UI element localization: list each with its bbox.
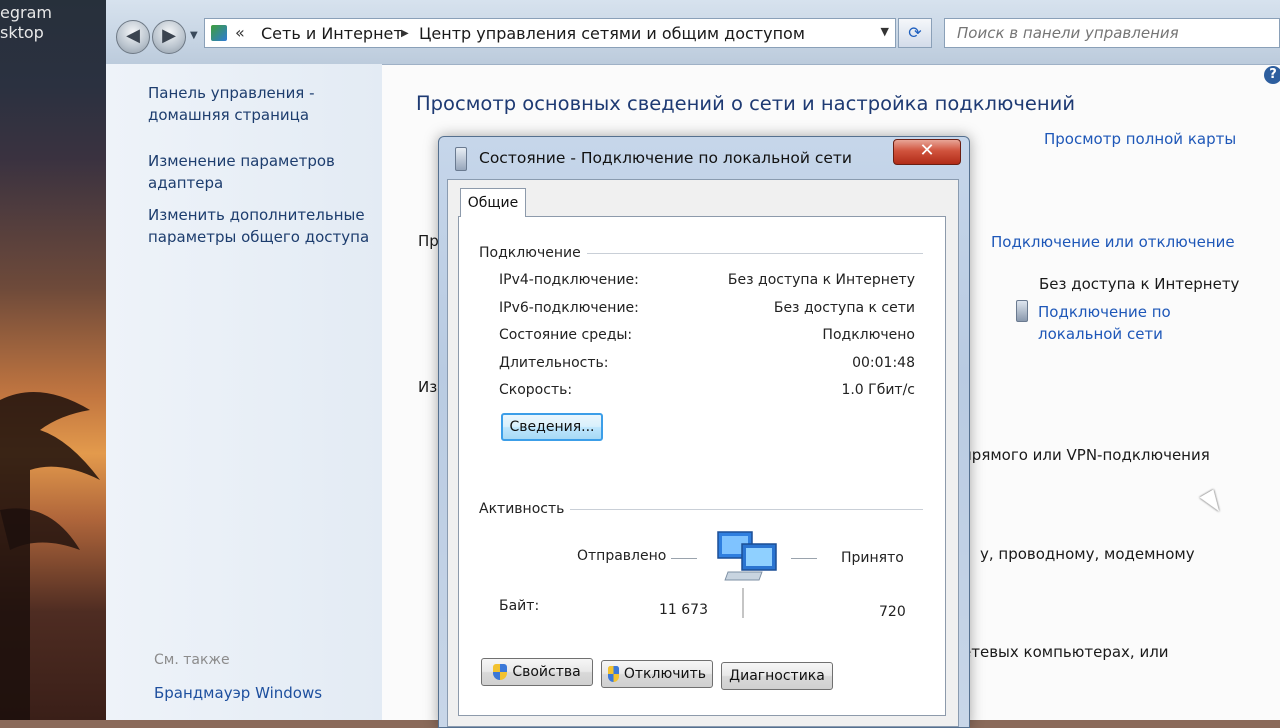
forward-arrow-icon: ▶ (162, 25, 176, 46)
properties-button[interactable]: Свойства (481, 658, 593, 686)
link-local-area-connection[interactable]: Подключение по локальной сети (1038, 301, 1218, 345)
sent-label: Отправлено (577, 548, 667, 564)
access-type-value: Без доступа к Интернету (1039, 275, 1240, 293)
navigation-bar: ◀ ▶ ▼ « Сеть и Интернет ▶ Центр управлен… (106, 0, 1280, 65)
address-dropdown-icon[interactable]: ▼ (881, 25, 889, 38)
section-heading-partial: Из (418, 378, 438, 396)
back-arrow-icon: ◀ (126, 25, 140, 46)
network-activity-icon (717, 531, 777, 581)
address-bar[interactable]: « Сеть и Интернет ▶ Центр управления сет… (204, 18, 896, 48)
ipv6-value: Без доступа к сети (773, 300, 915, 316)
ipv4-value: Без доступа к Интернету (727, 272, 915, 288)
recent-pages-dropdown-icon[interactable]: ▼ (190, 30, 198, 41)
duration-value: 00:01:48 (852, 355, 915, 371)
speed-value: 1.0 Гбит/с (841, 382, 915, 398)
link-connect-disconnect[interactable]: Подключение или отключение (991, 233, 1235, 251)
details-button[interactable]: Сведения... (501, 413, 603, 441)
breadcrumb-separator-icon[interactable]: ▶ (401, 28, 409, 39)
refresh-icon: ⟳ (908, 23, 922, 42)
details-button-label: Сведения... (509, 419, 595, 435)
speed-label: Скорость: (499, 382, 573, 398)
page-title: Просмотр основных сведений о сети и наст… (416, 92, 1076, 115)
address-overflow-chevron[interactable]: « (235, 23, 245, 42)
activity-group-label: Активность (479, 501, 571, 517)
link-view-full-map[interactable]: Просмотр полной карты (1044, 130, 1236, 148)
network-center-icon (211, 25, 227, 41)
close-button[interactable]: ✕ (893, 139, 961, 165)
network-adapter-icon (1016, 300, 1028, 322)
search-input[interactable] (955, 19, 1259, 47)
network-adapter-icon (455, 147, 467, 171)
back-button[interactable]: ◀ (116, 20, 150, 54)
forward-button[interactable]: ▶ (152, 20, 186, 54)
bytes-label: Байт: (499, 598, 540, 614)
task-description-partial: у, проводному, модемному (980, 545, 1195, 563)
media-state-value: Подключено (822, 327, 915, 343)
bytes-received-value: 720 (879, 604, 906, 620)
see-also-heading: См. также (154, 652, 230, 668)
dialog-title: Состояние - Подключение по локальной сет… (479, 149, 853, 167)
desktop-background: egram sktop (0, 0, 110, 720)
received-label: Принято (841, 550, 904, 566)
tab-general[interactable]: Общие (460, 188, 526, 217)
breadcrumb-network-internet[interactable]: Сеть и Интернет (261, 24, 403, 43)
desktop-icon-label[interactable]: egram (0, 2, 52, 24)
received-line (791, 558, 817, 559)
sent-line (671, 558, 697, 559)
uac-shield-icon (493, 664, 508, 680)
properties-button-label: Свойства (512, 664, 581, 680)
palm-tree-silhouette (0, 392, 100, 720)
media-state-label: Состояние среды: (499, 327, 633, 343)
tab-panel-general: Подключение IPv4-подключение: Без доступ… (458, 216, 946, 716)
help-icon[interactable]: ? (1264, 66, 1280, 84)
dialog-body: Общие Подключение IPv4-подключение: Без … (447, 179, 959, 727)
task-description-partial: етевых компьютерах, или (962, 643, 1169, 661)
link-change-adapter-settings[interactable]: Изменение параметров адаптера (148, 150, 378, 194)
task-description-partial: прямого или VPN-подключения (962, 446, 1210, 464)
connection-status-dialog: Состояние - Подключение по локальной сет… (438, 136, 970, 728)
link-windows-firewall[interactable]: Брандмауэр Windows (154, 684, 322, 702)
link-control-panel-home[interactable]: Панель управления - домашняя страница (148, 82, 378, 126)
uac-shield-icon (608, 666, 619, 682)
ipv6-label: IPv6-подключение: (499, 300, 639, 316)
ipv4-label: IPv4-подключение: (499, 272, 639, 288)
breadcrumb-network-center[interactable]: Центр управления сетями и общим доступом (419, 24, 805, 43)
activity-stem (742, 588, 744, 618)
connection-group-label: Подключение (479, 245, 587, 261)
diagnose-button[interactable]: Диагностика (721, 662, 833, 690)
duration-label: Длительность: (499, 355, 609, 371)
close-icon: ✕ (919, 140, 935, 161)
search-box[interactable] (944, 18, 1280, 48)
section-heading-partial: Пр (418, 232, 439, 250)
left-navigation-pane: Панель управления - домашняя страница Из… (106, 64, 382, 720)
mouse-pointer-icon (1199, 489, 1225, 517)
disable-button-label: Отключить (623, 666, 706, 682)
disable-button[interactable]: Отключить (601, 660, 713, 688)
refresh-button[interactable]: ⟳ (898, 18, 932, 48)
link-advanced-sharing-settings[interactable]: Изменить дополнительные параметры общего… (148, 204, 378, 248)
bytes-sent-value: 11 673 (659, 602, 708, 618)
desktop-icon-label[interactable]: sktop (0, 22, 44, 44)
diagnose-button-label: Диагностика (729, 668, 825, 684)
